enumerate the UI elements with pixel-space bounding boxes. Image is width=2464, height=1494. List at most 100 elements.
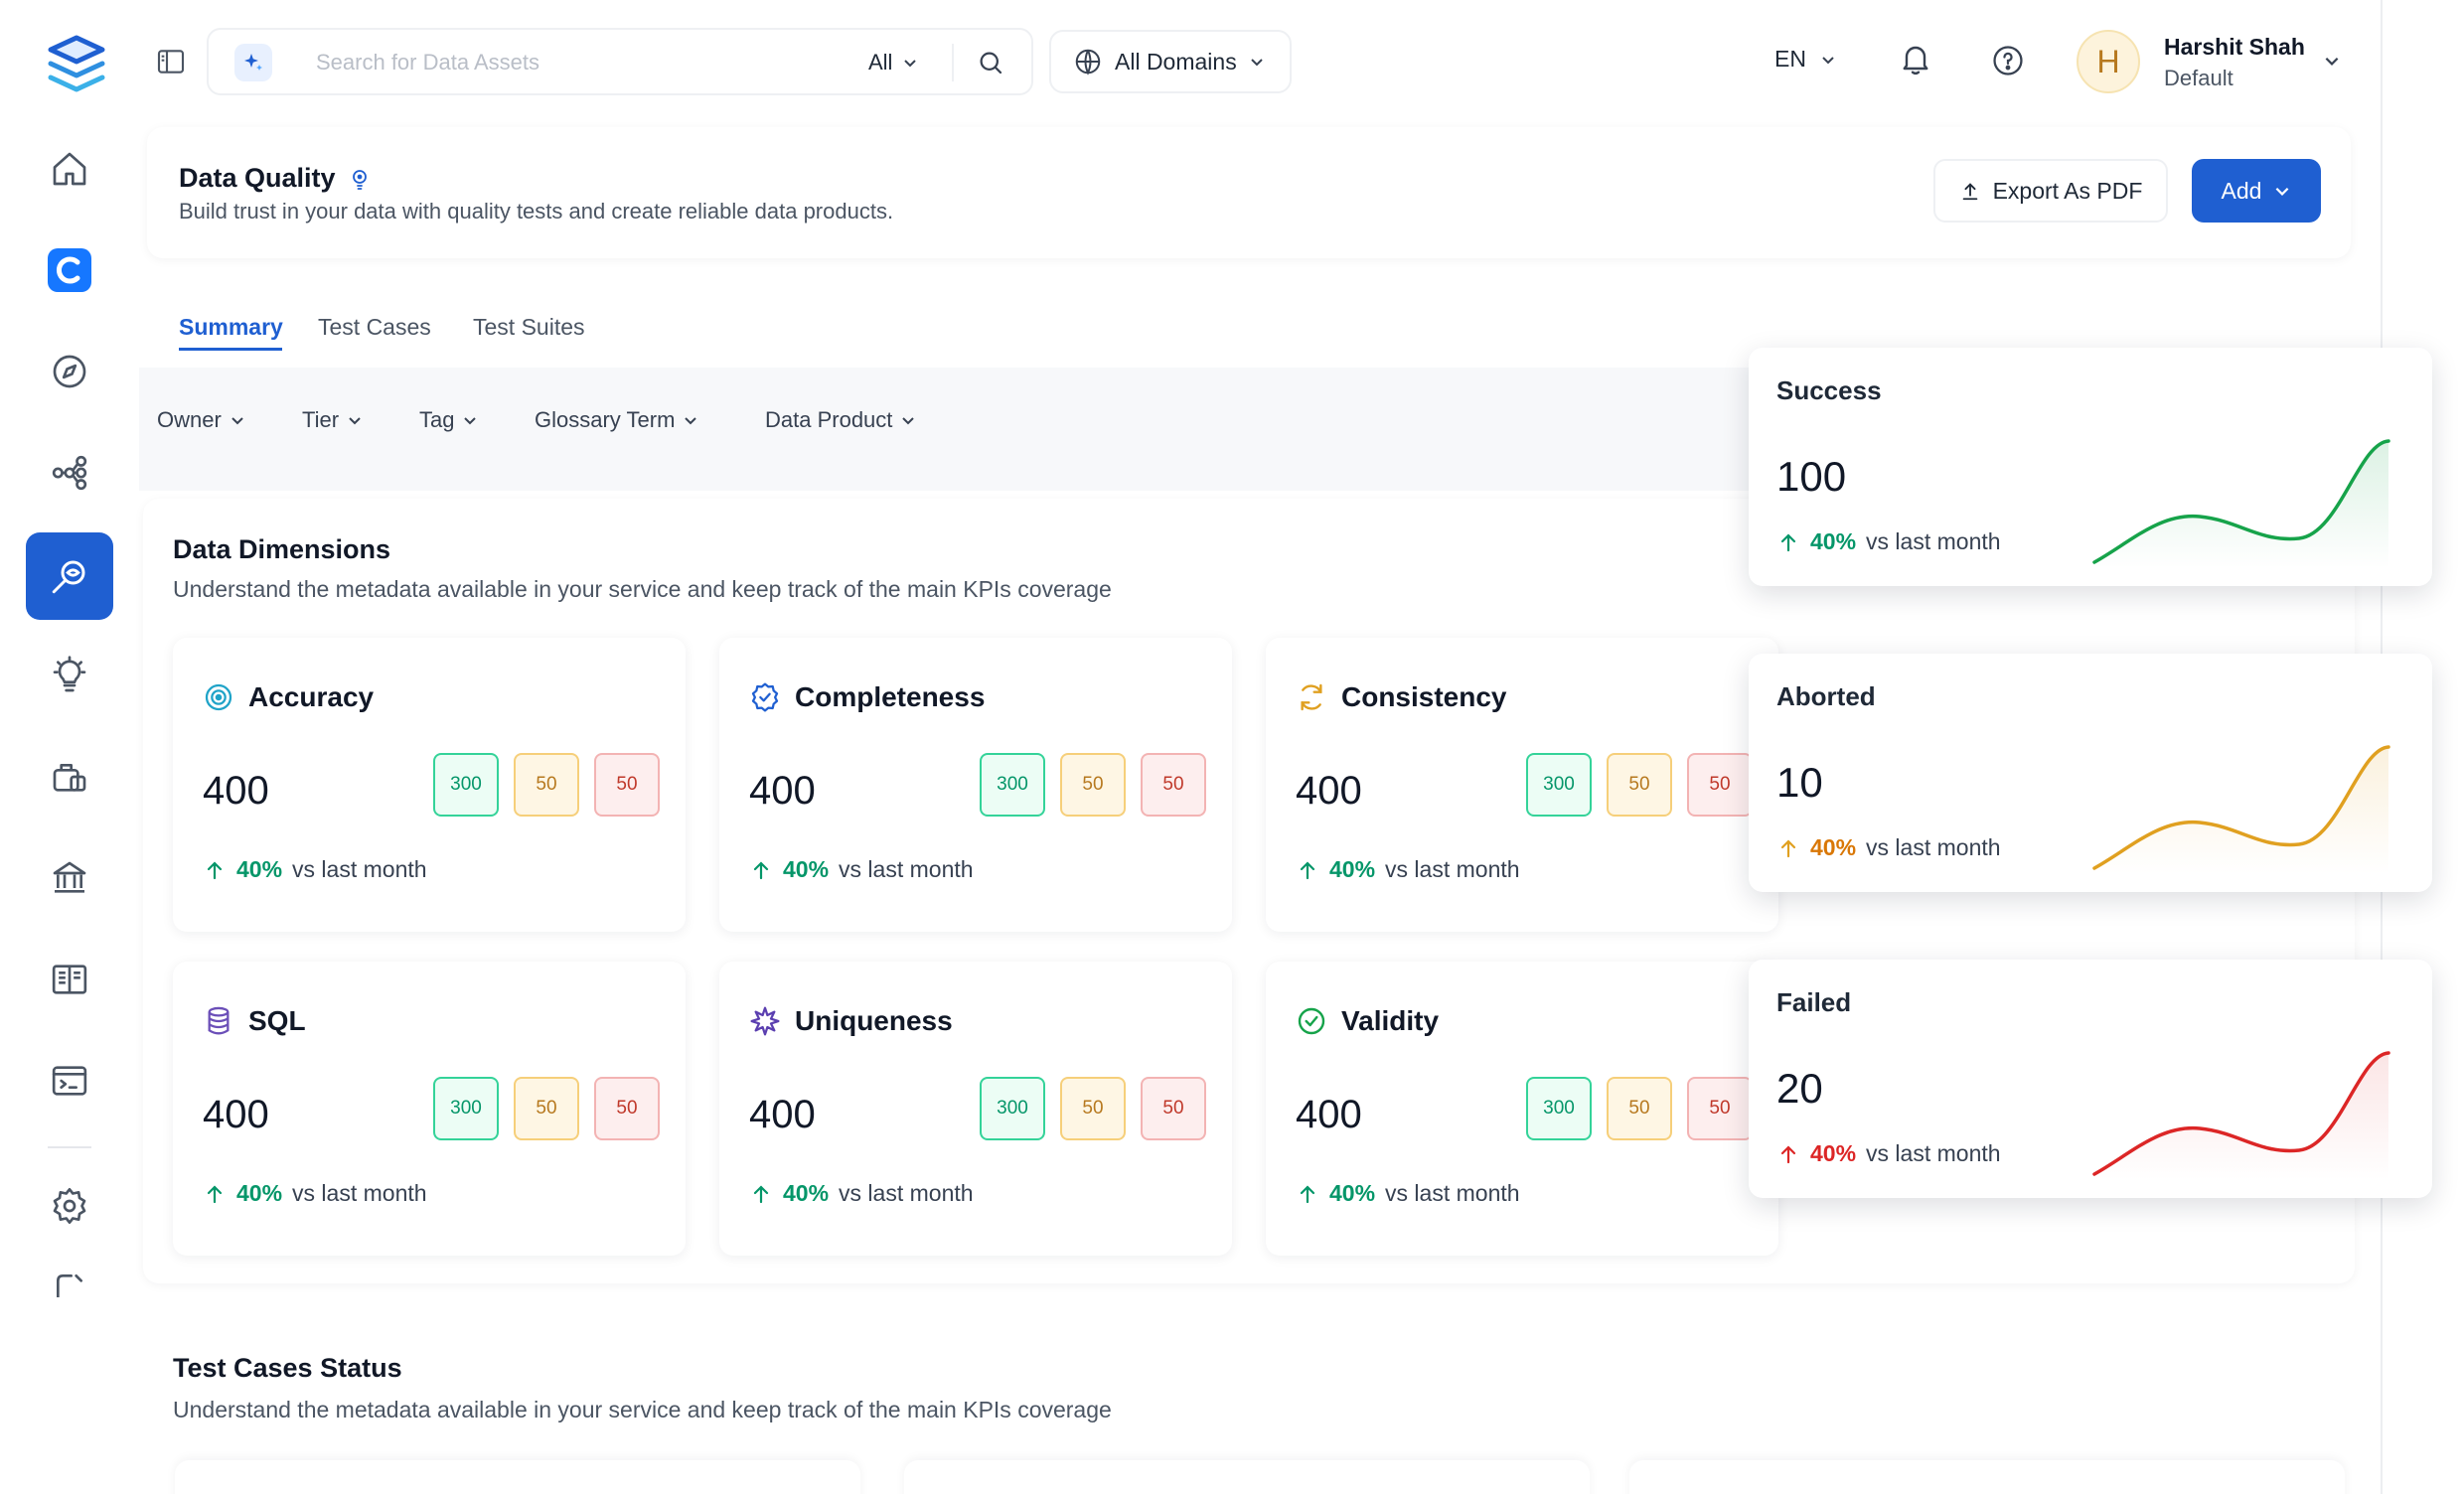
filter-label: Glossary Term bbox=[535, 407, 676, 432]
app-logo[interactable] bbox=[41, 28, 112, 99]
arrow-up-icon bbox=[1296, 1182, 1319, 1206]
notifications-button[interactable] bbox=[1898, 42, 1933, 77]
arrow-up-icon bbox=[203, 858, 227, 882]
aborted-count-chip: 50 bbox=[1060, 753, 1126, 817]
upload-icon bbox=[1959, 180, 1981, 202]
info-bulb-icon[interactable] bbox=[348, 167, 372, 191]
domain-selector[interactable]: All Domains bbox=[1049, 30, 1292, 93]
failed-count-chip: 50 bbox=[1687, 753, 1753, 817]
sidebar-item-settings[interactable] bbox=[26, 1162, 113, 1250]
chevron-down-icon bbox=[683, 412, 698, 428]
sidebar-item-collate[interactable] bbox=[26, 226, 113, 314]
language-selector[interactable]: EN bbox=[1774, 46, 1836, 73]
dimension-card-consistency[interactable]: Consistency 400 300 50 50 40% vs last mo… bbox=[1266, 638, 1778, 932]
ai-search-button[interactable] bbox=[234, 44, 272, 81]
sidebar-item-data-products[interactable] bbox=[26, 733, 113, 821]
tab-summary[interactable]: Summary bbox=[179, 314, 283, 341]
lightbulb-icon bbox=[50, 656, 89, 695]
trend-percent: 40% bbox=[1810, 834, 1857, 860]
user-role: Default bbox=[2164, 66, 2233, 90]
lineage-icon bbox=[50, 453, 89, 493]
trend-label: vs last month bbox=[1866, 834, 2001, 860]
dimension-name: Completeness bbox=[795, 681, 986, 712]
sidebar-item-lineage[interactable] bbox=[26, 429, 113, 517]
filter-label: Tier bbox=[302, 407, 340, 432]
sidebar-item-explore[interactable] bbox=[26, 328, 113, 415]
kpi-card-success[interactable]: Success 100 40% vs last month bbox=[1749, 348, 2432, 586]
kpi-card-aborted[interactable]: Aborted 10 40% vs last month bbox=[1749, 654, 2432, 892]
dimension-card-accuracy[interactable]: Accuracy 400 300 50 50 40% vs last month bbox=[173, 638, 686, 932]
status-card bbox=[175, 1460, 860, 1494]
dimension-card-sql[interactable]: SQL 400 300 50 50 40% vs last month bbox=[173, 962, 686, 1256]
home-icon bbox=[50, 149, 89, 189]
dimension-card-validity[interactable]: Validity 400 300 50 50 40% vs last month bbox=[1266, 962, 1778, 1256]
kpi-title: Failed bbox=[1776, 987, 1852, 1017]
user-menu-button[interactable] bbox=[2323, 52, 2341, 70]
sidebar-toggle-button[interactable] bbox=[155, 46, 187, 77]
help-button[interactable] bbox=[1991, 44, 2025, 77]
active-tab-indicator bbox=[179, 348, 282, 351]
user-name[interactable]: Harshit Shah bbox=[2164, 34, 2305, 61]
tab-test-suites[interactable]: Test Suites bbox=[473, 314, 585, 341]
sidebar-item-home[interactable] bbox=[26, 125, 113, 213]
filter-glossary-term[interactable]: Glossary Term bbox=[535, 407, 698, 433]
avatar[interactable]: H bbox=[2077, 30, 2140, 93]
sidebar-divider bbox=[48, 1146, 91, 1148]
sidebar-item-governance[interactable] bbox=[26, 834, 113, 922]
failed-count-chip: 50 bbox=[1141, 1077, 1206, 1140]
add-label: Add bbox=[2221, 177, 2262, 204]
language-label: EN bbox=[1774, 46, 1806, 72]
page-header: Data Quality Build trust in your data wi… bbox=[147, 127, 2351, 258]
sparkline-chart bbox=[2090, 739, 2398, 874]
sidebar-item-insights[interactable] bbox=[26, 632, 113, 719]
dimension-value: 400 bbox=[749, 1093, 816, 1136]
search-input[interactable]: Search for Data Assets bbox=[316, 50, 539, 75]
kpi-title: Aborted bbox=[1776, 681, 1876, 711]
filter-data-product[interactable]: Data Product bbox=[765, 407, 916, 433]
sparkle-icon bbox=[241, 51, 265, 75]
search-icon bbox=[976, 48, 1005, 77]
aborted-count-chip: 50 bbox=[1607, 753, 1672, 817]
arrow-up-icon bbox=[1776, 1142, 1800, 1166]
trend-percent: 40% bbox=[1329, 856, 1376, 882]
check-badge-icon bbox=[749, 681, 781, 713]
trend-percent: 40% bbox=[1810, 528, 1857, 554]
chevron-down-icon bbox=[2273, 182, 2291, 200]
trend-percent: 40% bbox=[1329, 1180, 1376, 1206]
success-count-chip: 300 bbox=[1526, 1077, 1592, 1140]
dimension-card-uniqueness[interactable]: Uniqueness 400 300 50 50 40% vs last mon… bbox=[719, 962, 1232, 1256]
trend-label: vs last month bbox=[292, 1180, 427, 1206]
page-title-text: Data Quality bbox=[179, 163, 336, 193]
export-pdf-label: Export As PDF bbox=[1992, 177, 2143, 204]
kpi-trend: 40% vs last month bbox=[1776, 834, 2001, 861]
filter-owner[interactable]: Owner bbox=[157, 407, 245, 433]
sidebar-item-data-quality[interactable] bbox=[26, 532, 113, 620]
kpi-trend: 40% vs last month bbox=[1776, 528, 2001, 555]
sidebar-item-logout[interactable] bbox=[26, 1268, 113, 1317]
dimension-card-completeness[interactable]: Completeness 400 300 50 50 40% vs last m… bbox=[719, 638, 1232, 932]
page-title: Data Quality bbox=[179, 163, 372, 194]
dimension-name: Consistency bbox=[1341, 681, 1507, 712]
search-filter-dropdown[interactable]: All bbox=[868, 50, 918, 75]
logout-icon bbox=[50, 1268, 89, 1297]
dimension-header: SQL bbox=[203, 1005, 306, 1037]
trend-percent: 40% bbox=[783, 856, 830, 882]
tab-test-cases[interactable]: Test Cases bbox=[318, 314, 431, 341]
dimension-name: SQL bbox=[248, 1005, 306, 1036]
search-button[interactable] bbox=[976, 48, 1005, 77]
sidebar-item-glossary[interactable] bbox=[26, 936, 113, 1023]
database-icon bbox=[203, 1005, 234, 1037]
sidebar bbox=[0, 0, 139, 1494]
filter-tier[interactable]: Tier bbox=[302, 407, 363, 433]
arrow-up-icon bbox=[749, 1182, 773, 1206]
sidebar-item-terminal[interactable] bbox=[26, 1037, 113, 1124]
kpi-card-failed[interactable]: Failed 20 40% vs last month bbox=[1749, 960, 2432, 1198]
dimension-trend: 40% vs last month bbox=[1296, 1180, 1520, 1207]
data-quality-icon bbox=[49, 555, 90, 597]
add-button[interactable]: Add bbox=[2192, 159, 2321, 223]
chevron-down-icon bbox=[230, 412, 245, 428]
export-pdf-button[interactable]: Export As PDF bbox=[1933, 159, 2168, 223]
bank-icon bbox=[50, 858, 89, 898]
filter-tag[interactable]: Tag bbox=[419, 407, 478, 433]
dimension-value: 400 bbox=[749, 769, 816, 813]
